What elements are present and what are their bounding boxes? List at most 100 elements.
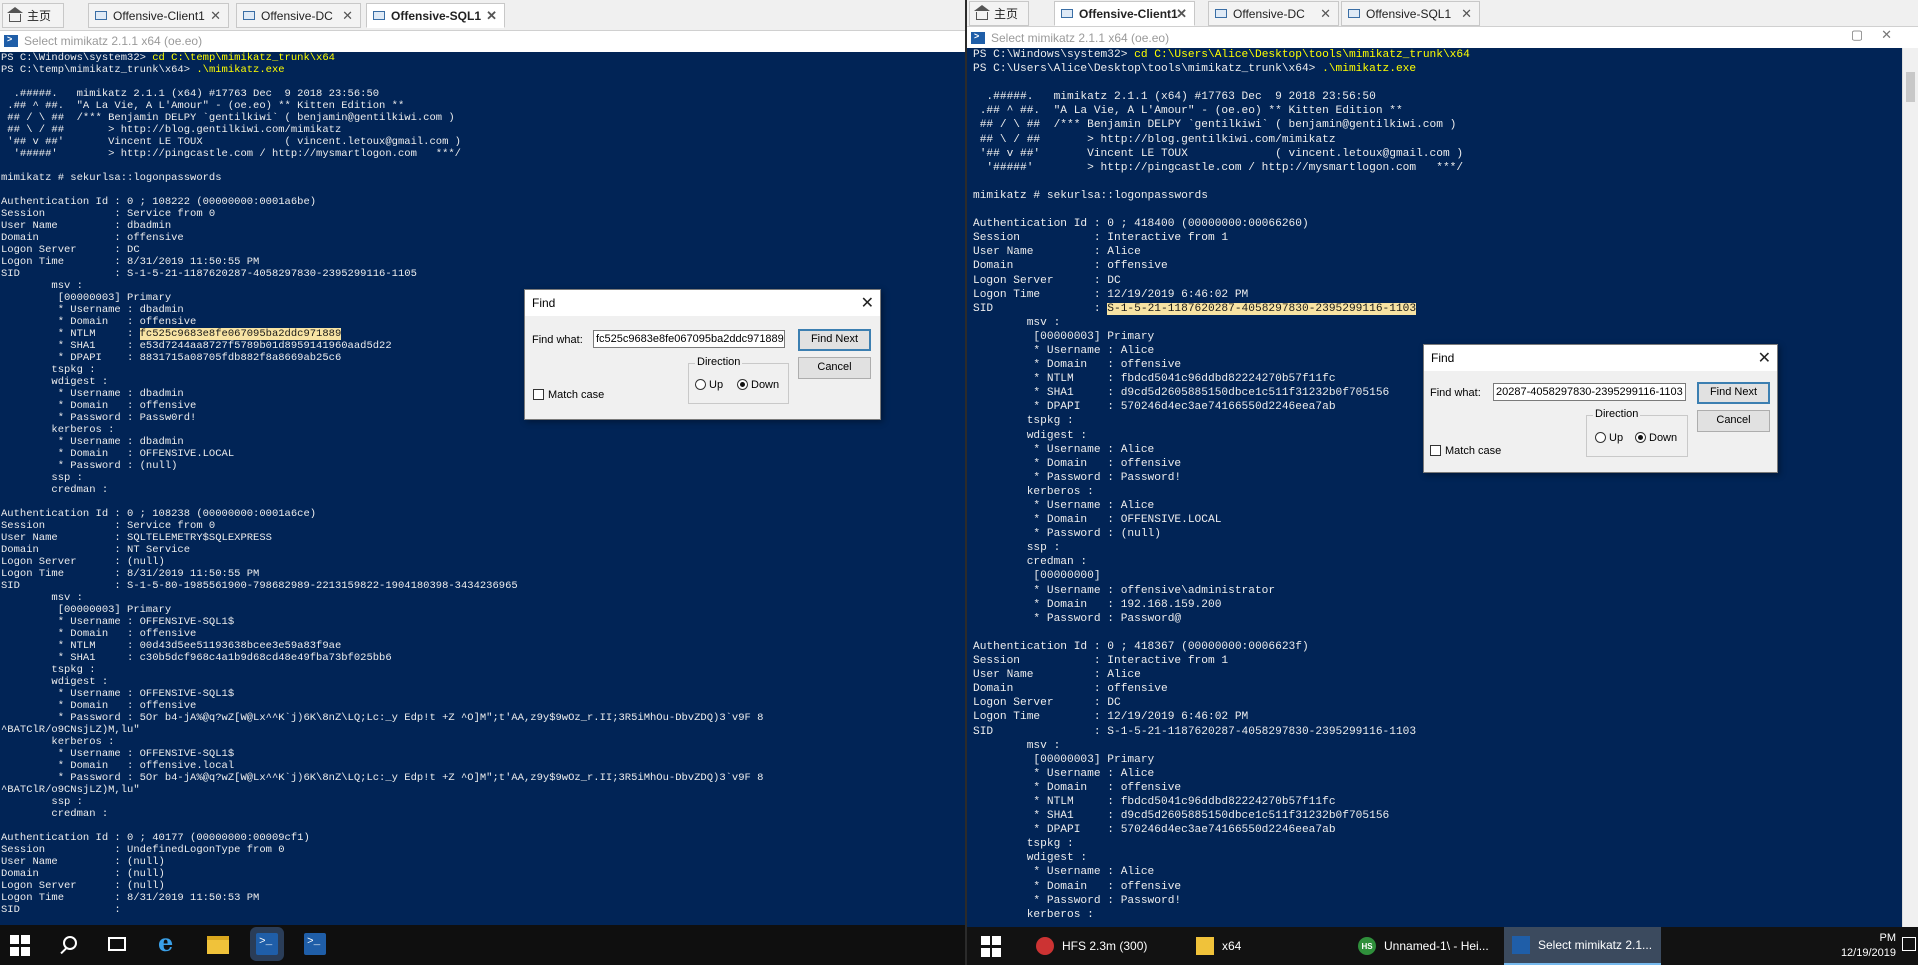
powershell-console[interactable]: PS C:\Windows\system32> cd C:\temp\mimik… [0,52,965,925]
console-text: PS C:\Users\Alice\Desktop\tools\mimikatz… [973,63,1323,76]
console-line: msv : [1,592,965,604]
console-line: * Password : Password@ [973,612,1918,626]
find-what-input[interactable]: fc525c9683e8fe067095ba2ddc971889 [593,330,785,348]
match-case-checkbox[interactable]: Match case [533,389,604,401]
folder-icon [1196,937,1214,955]
find-what-label: Find what: [532,334,583,346]
tab-offensive-dc[interactable]: Offensive-DC ✕ [1208,1,1339,26]
console-text: Domain : NT Service [1,544,191,556]
cancel-button[interactable]: Cancel [1697,410,1770,432]
tab-home[interactable]: 主页 [969,1,1029,26]
find-dialog: Find ✕ Find what: 20287-4058297830-23952… [1423,344,1778,473]
direction-up-radio[interactable]: Up [1595,432,1623,444]
direction-down-radio[interactable]: Down [737,379,779,391]
console-command: cd C:\Users\Alice\Desktop\tools\mimikatz… [1134,49,1470,61]
console-line: * NTLM : fbdcd5041c96ddbd82224270b57f11f… [973,795,1918,809]
taskbar-item-mimikatz[interactable]: Select mimikatz 2.1... [1504,927,1661,965]
console-text: kerberos : [1,736,115,748]
console-line: .## ^ ##. "A La Vie, A L'Amour" - (oe.eo… [1,100,965,112]
hfs-icon [1036,937,1054,955]
console-line: SID : S-1-5-21-1187620287-4058297830-239… [973,725,1918,739]
monitor-icon [373,11,385,20]
direction-down-radio[interactable]: Down [1635,432,1677,444]
console-text: [00000000] [973,570,1101,583]
console-text: Session : UndefinedLogonType from 0 [1,844,285,856]
scrollbar-thumb[interactable] [1906,72,1915,102]
console-line [1,820,965,832]
tab-offensive-client1[interactable]: Offensive-Client1 ✕ [88,3,229,28]
close-icon[interactable]: ✕ [342,8,353,24]
taskbar-item-x64-folder[interactable]: x64 [1188,927,1300,965]
system-clock[interactable]: PM 12/19/2019 [1841,931,1896,961]
console-text: * Password : Password! [973,894,1182,907]
search-match-highlight: S-1-5-21-1187620287-4058297830-239529911… [1107,302,1417,315]
taskbar-item-label: Select mimikatz 2.1... [1538,938,1653,952]
console-line: [00000003] Primary [1,604,965,616]
file-explorer-icon[interactable] [207,936,229,954]
console-text: msv : [973,316,1061,329]
console-text: * Username : Alice [973,767,1155,780]
tab-offensive-client1[interactable]: Offensive-Client1 ✕ [1054,1,1195,26]
close-icon[interactable]: ✕ [1461,6,1472,22]
heidisql-icon: HS [1358,937,1376,955]
close-icon[interactable]: ✕ [1320,6,1331,22]
console-text: * SHA1 : d9cd5d2605885150dbce1c511f31232… [973,387,1390,400]
console-line [1,76,965,88]
cancel-button[interactable]: Cancel [798,357,871,379]
tab-offensive-dc[interactable]: Offensive-DC ✕ [236,3,361,28]
powershell-icon [4,34,18,47]
close-icon[interactable]: ✕ [861,293,874,313]
checkbox-icon [533,389,544,400]
taskbar-item-hfs[interactable]: HFS 2.3m (300) [1028,927,1188,965]
notification-icon[interactable] [1902,937,1916,951]
task-view-icon[interactable] [108,937,126,951]
close-icon[interactable]: ✕ [1758,348,1771,368]
search-icon[interactable] [63,936,77,950]
powershell-console[interactable]: PS C:\Windows\system32> cd C:\Users\Alic… [967,48,1918,928]
close-icon[interactable]: ✕ [486,8,497,24]
console-text: * Username : Alice [973,500,1155,512]
console-text: [00000003] Primary [1,604,172,616]
console-text: Domain : offensive [1,232,184,244]
internet-explorer-icon[interactable]: e [158,928,180,957]
console-text: * SHA1 : d9cd5d2605885150dbce1c511f31232… [973,810,1390,823]
console-text: msv : [973,739,1061,752]
find-what-input[interactable]: 20287-4058297830-2395299116-1103 [1493,383,1686,401]
console-scrollbar[interactable] [1902,48,1918,928]
match-case-checkbox[interactable]: Match case [1430,445,1501,457]
console-text: '#####' > http://pingcastle.com / http:/… [1,148,461,160]
window-controls[interactable]: ▢✕ [1851,27,1910,43]
console-text: tspkg : [973,838,1074,851]
console-line: Logon Server : (null) [1,880,965,892]
find-next-button[interactable]: Find Next [798,329,871,351]
tab-offensive-sql1[interactable]: Offensive-SQL1 ✕ [366,3,505,28]
console-line: Domain : (null) [1,868,965,880]
find-dialog-title: Find [1424,345,1777,371]
tab-home[interactable]: 主页 [2,3,64,28]
taskbar-item-heidisql[interactable]: HS Unnamed-1\ - Hei... [1350,927,1507,965]
close-icon[interactable]: ✕ [210,8,221,24]
console-text: ssp : [1,472,83,484]
console-text: Authentication Id : 0 ; 418400 (00000000… [973,218,1309,231]
console-text: .## ^ ##. "A La Vie, A L'Amour" - (oe.eo… [1,100,405,112]
windows-start-icon[interactable] [10,935,32,957]
powershell-icon[interactable] [304,933,326,955]
console-text: tspkg : [973,415,1074,428]
console-text: credman : [1,484,109,496]
close-icon[interactable]: ✕ [1176,6,1187,22]
console-line: '#####' > http://pingcastle.com / http:/… [973,161,1918,175]
console-text: * Domain : offensive [1,400,197,412]
find-next-button[interactable]: Find Next [1697,382,1770,404]
console-text: Logon Time : 8/31/2019 11:50:55 PM [1,256,260,268]
console-text: tspkg : [1,364,96,376]
tab-offensive-sql1[interactable]: Offensive-SQL1 ✕ [1341,1,1480,26]
console-text: * Password : Password! [973,471,1182,484]
console-line: [00000000] [973,569,1918,583]
console-line: Session : Interactive from 1 [973,654,1918,668]
console-line: kerberos : [1,736,965,748]
console-text: Session : Service from 0 [1,520,216,532]
direction-up-radio[interactable]: Up [695,379,723,391]
console-text: '## v ##' Vincent LE TOUX ( vincent.leto… [973,147,1464,160]
windows-start-icon[interactable] [981,936,1003,958]
powershell-icon[interactable] [256,933,278,955]
